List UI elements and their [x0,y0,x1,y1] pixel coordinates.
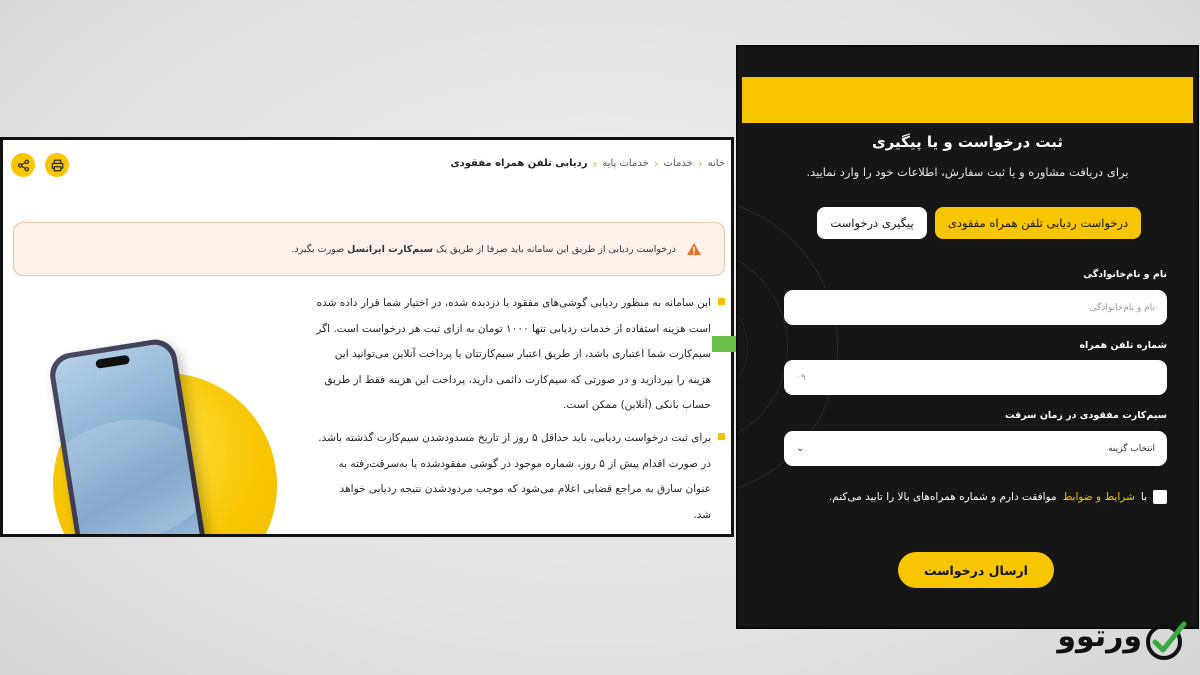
bullet-marker [718,433,725,440]
paragraph-line: برای ثبت درخواست ردیابی، باید حداقل ۵ رو… [318,432,711,444]
phone-placeholder: ۰۹ [796,372,806,383]
form-tabs: درخواست ردیابی تلفن همراه مفقودی پیگیری … [817,207,1141,239]
form-subtitle: برای دریافت مشاوره و یا ثبت سفارش، اطلاع… [806,165,1129,179]
paragraph-1: این سامانه به منظور ردیابی گوشی‌های مفقو… [310,291,725,419]
paragraph-line: است هزینه استفاده از خدمات ردیابی تنها ۱… [316,322,711,335]
breadcrumb-current: ردیابی تلفن همراه مفقودی [450,158,588,169]
sim-select[interactable]: انتخاب گزینه ⌄ [784,431,1167,466]
terms-text: موافقت دارم و شماره همراه‌های بالا را تا… [828,491,1057,503]
notice-bold: سیم‌کارت ایرانسل [347,243,433,255]
notice-text-part: صورت بگیرد. [291,243,345,255]
breadcrumb: خانه ‹ خدمات ‹ خدمات پایه ‹ ردیابی تلفن … [450,156,725,171]
chevron-left-icon: ‹ [592,156,598,171]
phone-screen [52,342,206,534]
chevron-left-icon: ‹ [697,156,703,171]
left-screenshot: خانه ‹ خدمات ‹ خدمات پایه ‹ ردیابی تلفن … [0,137,734,537]
phone-input[interactable]: ۰۹ [784,360,1167,395]
share-icon [17,159,29,171]
notice-text: درخواست ردیابی از طریق این سامانه باید ص… [291,244,676,255]
paragraph-line: در صورت اقدام پیش از ۵ روز، شماره موجود … [338,457,711,470]
paragraph-line: حساب بانکی (آنلاین) ممکن است. [563,399,711,411]
phone-notch [95,354,131,369]
tab-tracking-request[interactable]: درخواست ردیابی تلفن همراه مفقودی [935,207,1141,239]
share-button[interactable] [11,153,35,177]
phone-illustration [47,336,283,534]
phone-label: شماره تلفن همراه [1079,340,1167,351]
paragraph-line: این سامانه به منظور ردیابی گوشی‌های مفقو… [316,297,711,309]
check-badge-icon [1146,621,1187,660]
sim-select-value: انتخاب گزینه [1108,443,1155,454]
brand-logo: ورتوو [1040,616,1188,662]
paragraph-2: برای ثبت درخواست ردیابی، باید حداقل ۵ رو… [310,426,725,528]
chevron-down-icon: ⌄ [796,443,805,454]
logo-wordmark: ورتوو [1057,619,1142,654]
warning-icon [686,242,702,256]
tab-follow-up[interactable]: پیگیری درخواست [817,207,927,239]
print-icon [51,159,63,171]
paragraph-line: هزینه را بپردازید و در صورتی که سیم‌کارت… [324,373,711,386]
right-screenshot: ثبت درخواست و یا پیگیری برای دریافت مشاو… [736,45,1199,629]
name-input[interactable]: نام و نام‌خانوادگی [784,290,1167,325]
notice-box: درخواست ردیابی از طریق این سامانه باید ص… [13,222,725,276]
left-header: خانه ‹ خدمات ‹ خدمات پایه ‹ ردیابی تلفن … [3,150,731,180]
terms-row: با شرایط و ضوابط موافقت دارم و شماره همر… [829,490,1167,504]
sim-label: سیم‌کارت مفقودی در زمان سرقت [1004,410,1167,421]
submit-button[interactable]: ارسال درخواست [898,552,1054,588]
bullet-marker [718,298,725,305]
smartphone-image [47,336,211,534]
paragraph-line: سیم‌کارت شما اعتباری باشد، از طریق اعتبا… [334,348,711,360]
name-label: نام و نام‌خانوادگی [1083,269,1167,280]
form-title: ثبت درخواست و یا پیگیری [871,133,1064,151]
breadcrumb-services[interactable]: خدمات [664,158,693,169]
chevron-left-icon: ‹ [653,156,659,171]
breadcrumb-home[interactable]: خانه [708,158,725,169]
terms-link[interactable]: شرایط و ضوابط [1063,491,1135,503]
paragraph-line: عنوان سارق به مراجع قضایی اعلام می‌شود ک… [339,483,711,495]
breadcrumb-basic-services[interactable]: خدمات پایه [602,158,648,169]
notice-text-part: درخواست ردیابی از طریق این سامانه باید ص… [436,243,676,255]
terms-checkbox[interactable] [1153,490,1167,504]
terms-text-prefix: با [1140,491,1147,503]
yellow-header-bar [742,77,1193,123]
name-placeholder: نام و نام‌خانوادگی [1089,302,1155,313]
paragraph-line: شد. [693,508,711,521]
print-button[interactable] [45,153,69,177]
